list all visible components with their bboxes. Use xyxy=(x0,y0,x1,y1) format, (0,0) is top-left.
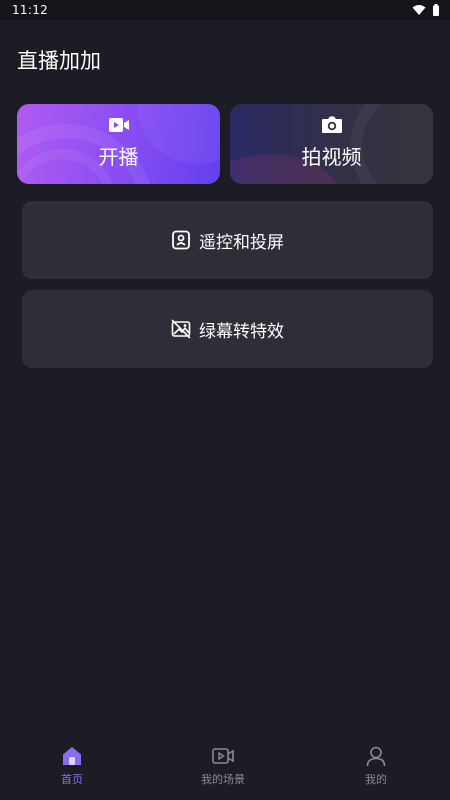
record-video-label: 拍视频 xyxy=(301,144,362,169)
remote-cast-label: 遥控和投屏 xyxy=(199,232,284,253)
tab-mine[interactable]: 我的 xyxy=(326,745,426,793)
app-title: 直播加加 xyxy=(17,49,101,73)
tab-my-scenes-label: 我的场景 xyxy=(201,773,245,786)
video-scene-icon xyxy=(212,748,234,764)
go-live-card[interactable]: 开播 xyxy=(17,104,220,184)
bottom-tab-bar: 首页 我的场景 我的 xyxy=(0,735,450,800)
tab-home[interactable]: 首页 xyxy=(22,745,122,793)
wifi-icon xyxy=(412,5,426,15)
go-live-label: 开播 xyxy=(98,144,139,169)
tab-home-label: 首页 xyxy=(61,773,83,786)
tab-my-scenes[interactable]: 我的场景 xyxy=(173,745,273,793)
record-video-card[interactable]: 拍视频 xyxy=(230,104,433,184)
battery-icon xyxy=(433,4,439,16)
video-camera-icon xyxy=(108,117,129,132)
remote-cast-button[interactable]: 遥控和投屏 xyxy=(22,201,433,279)
green-screen-button[interactable]: 绿幕转特效 xyxy=(22,290,433,368)
tab-mine-label: 我的 xyxy=(365,773,387,786)
status-bar: 11:12 xyxy=(0,0,450,20)
home-icon xyxy=(63,747,81,765)
status-icons xyxy=(412,3,440,17)
user-icon xyxy=(366,746,386,767)
status-time: 11:12 xyxy=(12,3,49,17)
green-screen-image-icon xyxy=(171,319,191,339)
remote-control-icon xyxy=(172,230,190,250)
green-screen-label: 绿幕转特效 xyxy=(199,321,284,342)
camera-icon xyxy=(321,116,342,133)
